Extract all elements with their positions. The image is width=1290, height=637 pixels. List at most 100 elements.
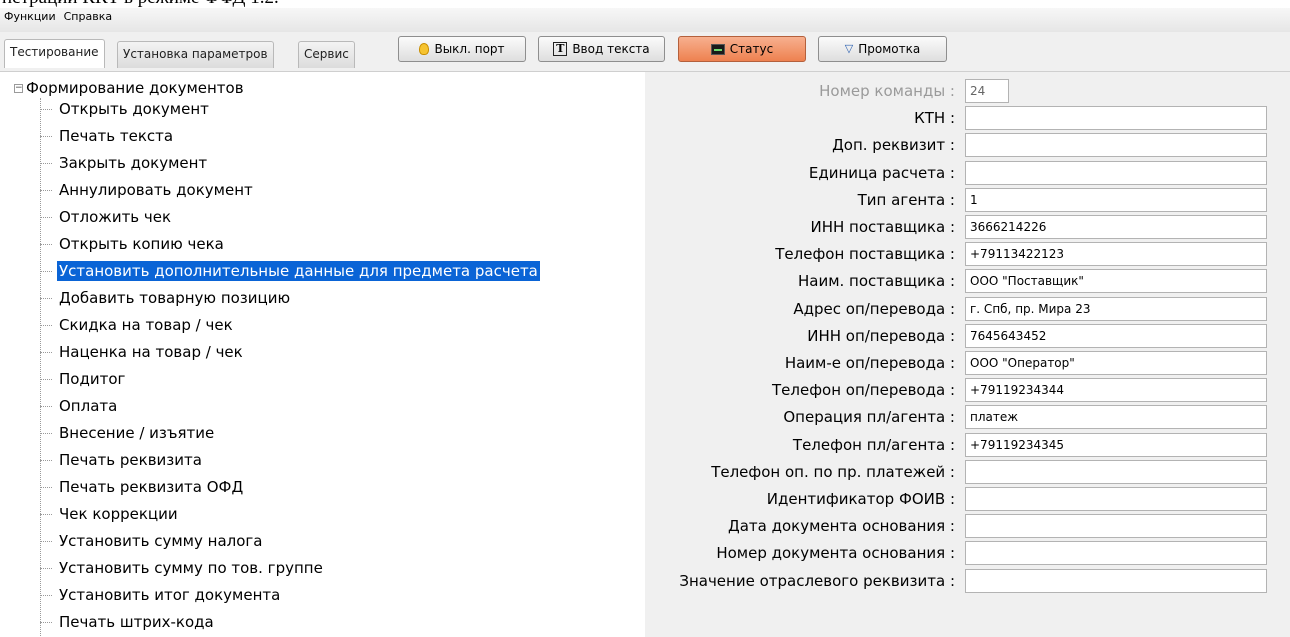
tab-testing[interactable]: Тестирование [4,39,105,68]
tree-branch-line [40,540,52,542]
tree-item[interactable]: Добавить товарную позицию [40,287,292,309]
tree-item-label: Чек коррекции [59,505,178,523]
tree-branch-line [40,297,52,299]
tree-item[interactable]: Внесение / изъятие [40,422,216,444]
text-field[interactable]: г. Спб, пр. Мира 23 [965,297,1267,321]
form-row: Идентификатор ФОИВ : [645,487,1275,511]
tree-item[interactable]: Открыть документ [40,98,211,120]
tree-item[interactable]: Наценка на товар / чек [40,341,245,363]
tree-item-label: Отложить чек [59,208,172,226]
tree-item-label: Оплата [59,397,118,415]
field-label: Номер документа основания : [716,544,955,562]
tree-branch-line [40,270,52,272]
tree-item-label: Внесение / изъятие [59,424,215,442]
text-field[interactable]: 7645643452 [965,324,1267,348]
text-field[interactable] [965,487,1267,511]
tree-branch-line [40,324,52,326]
form-row: Дата документа основания : [645,514,1275,538]
field-label: Значение отраслевого реквизита : [679,572,955,590]
text-field[interactable] [965,569,1267,593]
tree-branch-line [40,621,52,623]
command-number-field[interactable]: 24 [965,79,1009,103]
tree-item-label: Аннулировать документ [59,181,253,199]
menu-functions[interactable]: Функции [4,10,56,23]
text-field[interactable]: +79119234345 [965,433,1267,457]
tree-branch-line [40,378,52,380]
form-row: Телефон оп. по пр. платежей : [645,460,1275,484]
text-field[interactable] [965,133,1267,157]
text-field[interactable]: +79113422123 [965,242,1267,266]
tree-item[interactable]: Печать штрих-кода [40,611,216,633]
parameters-form: Номер команды : 24 КТН : Доп. реквизит : Еди… [645,72,1290,637]
field-label: Номер команды : [819,82,955,100]
tree-item[interactable]: Чек коррекции [40,503,180,525]
menu-help[interactable]: Справка [64,10,112,23]
form-row: КТН : [645,106,1275,130]
tree-item[interactable]: Установить дополнительные данные для пре… [40,260,541,282]
tree-item[interactable]: Печать текста [40,125,175,147]
field-label: ИНН поставщика : [810,218,956,236]
collapse-icon[interactable]: − [14,83,23,93]
text-field[interactable]: ООО "Оператор" [965,351,1267,375]
tree-item[interactable]: Аннулировать документ [40,179,255,201]
field-label: Наим-е оп/перевода : [784,354,955,372]
text-field[interactable]: ООО "Поставщик" [965,269,1267,293]
text-field[interactable]: 3666214226 [965,215,1267,239]
text-field[interactable]: +79119234344 [965,378,1267,402]
tree-item-label: Установить дополнительные данные для пре… [56,260,541,282]
field-label: Единица расчета : [808,164,955,182]
form-row: ИНН поставщика : 3666214226 [645,215,1275,239]
text-field[interactable] [965,161,1267,185]
status-button[interactable]: Статус [678,36,806,62]
tab-parameters[interactable]: Установка параметров [117,41,274,68]
text-t-icon: T [553,42,568,56]
tree-item[interactable]: Установить итог документа [40,584,282,606]
tree-branch-line [40,351,52,353]
text-field[interactable] [965,541,1267,565]
tree-item-label: Подитог [59,370,126,388]
form-row: ИНН оп/перевода : 7645643452 [645,324,1275,348]
tree-item-label: Наценка на товар / чек [59,343,243,361]
tree-item[interactable]: Открыть копию чека [40,233,226,255]
form-row: Телефон пл/агента : +79119234345 [645,433,1275,457]
tree-item[interactable]: Установить сумму по тов. группе [40,557,325,579]
port-off-button[interactable]: Выкл. порт [398,36,526,62]
field-label: Телефон поставщика : [775,245,955,263]
tree-item[interactable]: Печать реквизита [40,449,204,471]
tree-item[interactable]: Скидка на товар / чек [40,314,235,336]
tree-item-label: Скидка на товар / чек [59,316,233,334]
text-field[interactable] [965,460,1267,484]
text-field[interactable]: платеж [965,405,1267,429]
text-field[interactable] [965,514,1267,538]
feed-label: Промотка [858,42,921,56]
field-label: Дата документа основания : [728,517,955,535]
enter-text-button[interactable]: T Ввод текста [538,36,665,62]
tree-item[interactable]: Подитог [40,368,127,390]
tree-branch-line [40,108,52,110]
form-row: Операция пл/агента : платеж [645,405,1275,429]
triangle-down-icon: ▽ [844,42,854,55]
document-text-strip: нстрации ККТ в режиме ФФД 1.2. [0,0,1290,8]
tree-item-label: Добавить товарную позицию [59,289,291,307]
tree-branch-line [40,405,52,407]
tree-item[interactable]: Отложить чек [40,206,173,228]
field-label: Операция пл/агента : [783,408,955,426]
tree-branch-line [40,216,52,218]
tree-item[interactable]: Оплата [40,395,119,417]
tree-root-label: Формирование документов [26,79,244,97]
field-label: Доп. реквизит : [832,136,955,154]
tree-branch-line [40,162,52,164]
field-label: Идентификатор ФОИВ : [766,490,955,508]
field-label: Наим. поставщика : [797,272,955,290]
tree-item[interactable]: Печать реквизита ОФД [40,476,245,498]
feed-button[interactable]: ▽ Промотка [818,36,947,62]
tree-item[interactable]: Установить сумму налога [40,530,264,552]
tree-item[interactable]: Закрыть документ [40,152,209,174]
tree-item-label: Открыть документ [59,100,209,118]
text-field[interactable] [965,106,1267,130]
tree-branch-line [40,243,52,245]
tree-root[interactable]: − Формирование документов [14,78,244,98]
text-field[interactable]: 1 [965,188,1267,212]
tab-service[interactable]: Сервис [298,41,355,68]
tree-item-label: Установить сумму налога [59,532,263,550]
